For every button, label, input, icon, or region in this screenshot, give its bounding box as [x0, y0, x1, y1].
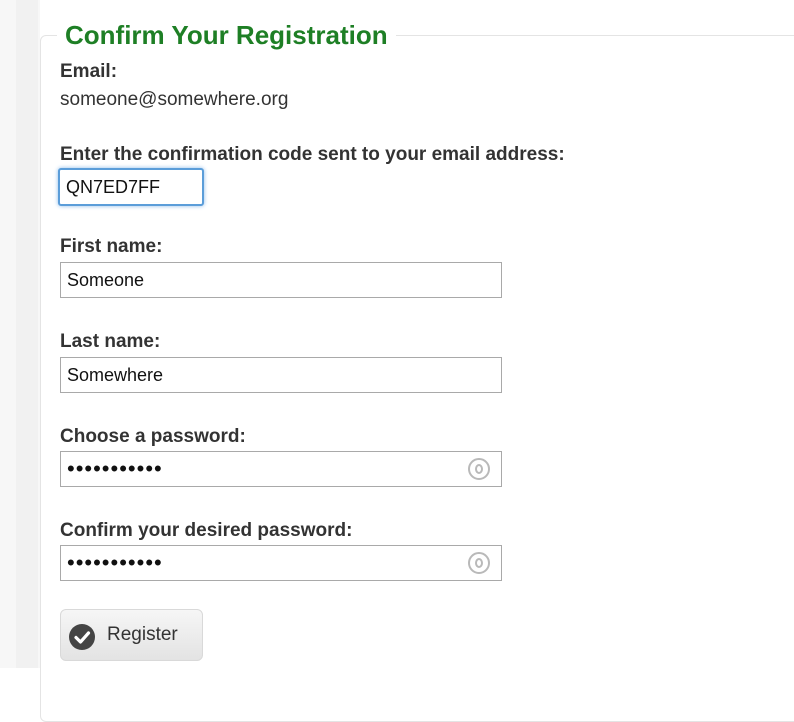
confirmation-code-label: Enter the confirmation code sent to your… — [60, 144, 565, 165]
page-side-strip — [0, 0, 40, 668]
email-value: someone@somewhere.org — [60, 89, 289, 110]
form-title: Confirm Your Registration — [65, 20, 388, 50]
first-name-label: First name: — [60, 236, 163, 257]
password-label: Choose a password: — [60, 426, 246, 447]
confirm-password-input[interactable] — [60, 545, 502, 581]
email-label: Email: — [60, 61, 118, 82]
key-icon[interactable] — [468, 552, 490, 574]
first-name-input[interactable] — [60, 262, 502, 298]
password-input[interactable] — [60, 451, 502, 487]
confirmation-code-input[interactable] — [58, 168, 204, 206]
check-circle-icon — [69, 624, 95, 650]
confirm-password-label: Confirm your desired password: — [60, 520, 353, 541]
last-name-label: Last name: — [60, 331, 161, 352]
page-side-strip-inner — [16, 0, 38, 668]
register-button-label: Register — [107, 624, 178, 645]
last-name-input[interactable] — [60, 357, 502, 393]
register-button[interactable]: Register — [60, 609, 203, 661]
key-icon[interactable] — [468, 458, 490, 480]
